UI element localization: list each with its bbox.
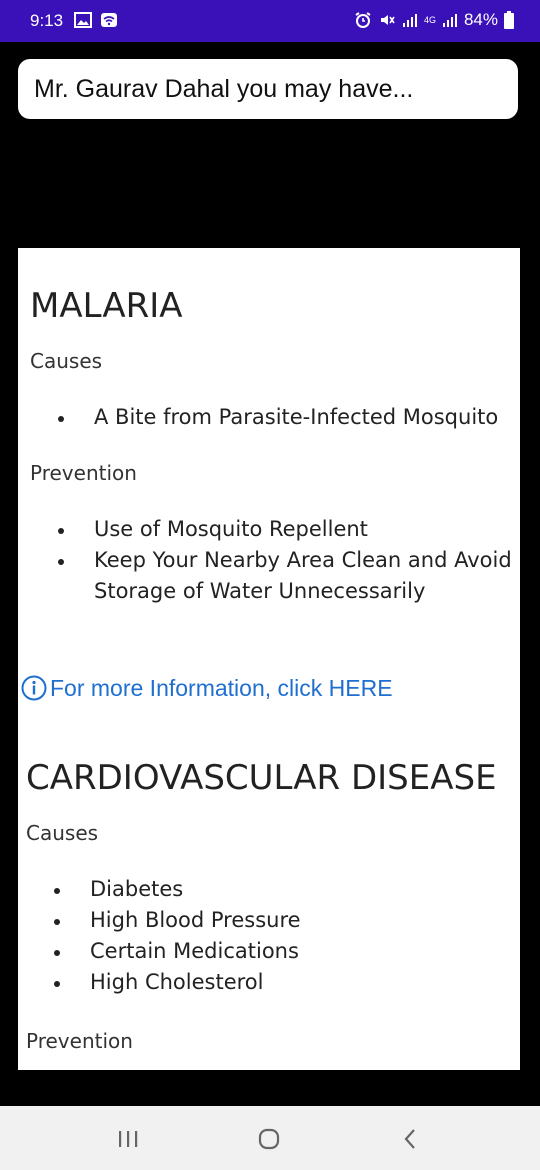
more-info-link[interactable]: For more Information, click HERE bbox=[20, 674, 393, 702]
list-item: High Cholesterol bbox=[26, 967, 301, 998]
system-nav-bar bbox=[0, 1106, 540, 1170]
battery-percent: 84% bbox=[463, 10, 498, 29]
section-title-cardiovascular: CARDIOVASCULAR DISEASE bbox=[26, 758, 497, 798]
malaria-prevention-list: Use of Mosquito Repellent Keep Your Near… bbox=[30, 514, 512, 607]
header-message-card: Mr. Gaurav Dahal you may have... bbox=[18, 59, 518, 119]
list-item: A Bite from Parasite-Infected Mosquito bbox=[30, 402, 498, 433]
home-icon[interactable] bbox=[254, 1124, 284, 1154]
battery-icon bbox=[504, 11, 514, 29]
more-info-link-text[interactable]: For more Information, click HERE bbox=[50, 675, 393, 702]
malaria-causes-list: A Bite from Parasite-Infected Mosquito bbox=[30, 402, 498, 433]
recent-apps-icon[interactable] bbox=[113, 1124, 143, 1154]
mute-icon bbox=[378, 11, 396, 29]
wifi-icon bbox=[100, 12, 118, 28]
list-item: Diabetes bbox=[26, 874, 301, 905]
malaria-causes-heading: Causes bbox=[30, 349, 103, 373]
gallery-icon bbox=[74, 12, 92, 28]
4g-icon: 4G bbox=[423, 14, 436, 25]
list-item: Use of Mosquito Repellent bbox=[30, 514, 512, 545]
disease-info-card[interactable]: MALARIA Causes A Bite from Parasite-Infe… bbox=[18, 248, 520, 1070]
list-item: Certain Medications bbox=[26, 936, 301, 967]
back-icon[interactable] bbox=[395, 1124, 425, 1154]
list-item-continuation: Storage of Water Unnecessarily bbox=[94, 579, 426, 603]
signal-icon bbox=[402, 12, 418, 28]
list-item: Keep Your Nearby Area Clean and Avoid bbox=[30, 545, 512, 576]
header-message: Mr. Gaurav Dahal you may have... bbox=[34, 75, 414, 103]
status-time: 9:13 bbox=[30, 11, 64, 30]
list-item: High Blood Pressure bbox=[26, 905, 301, 936]
malaria-prevention-heading: Prevention bbox=[30, 461, 137, 485]
section-title-malaria: MALARIA bbox=[30, 286, 183, 326]
alarm-icon bbox=[354, 11, 372, 29]
status-bar: 9:13 4G 84% bbox=[0, 0, 540, 42]
cardio-causes-list: Diabetes High Blood Pressure Certain Med… bbox=[26, 874, 301, 998]
cardio-prevention-heading: Prevention bbox=[26, 1029, 133, 1053]
info-icon bbox=[20, 674, 50, 702]
cardio-causes-heading: Causes bbox=[26, 821, 99, 845]
signal-icon bbox=[442, 12, 458, 28]
